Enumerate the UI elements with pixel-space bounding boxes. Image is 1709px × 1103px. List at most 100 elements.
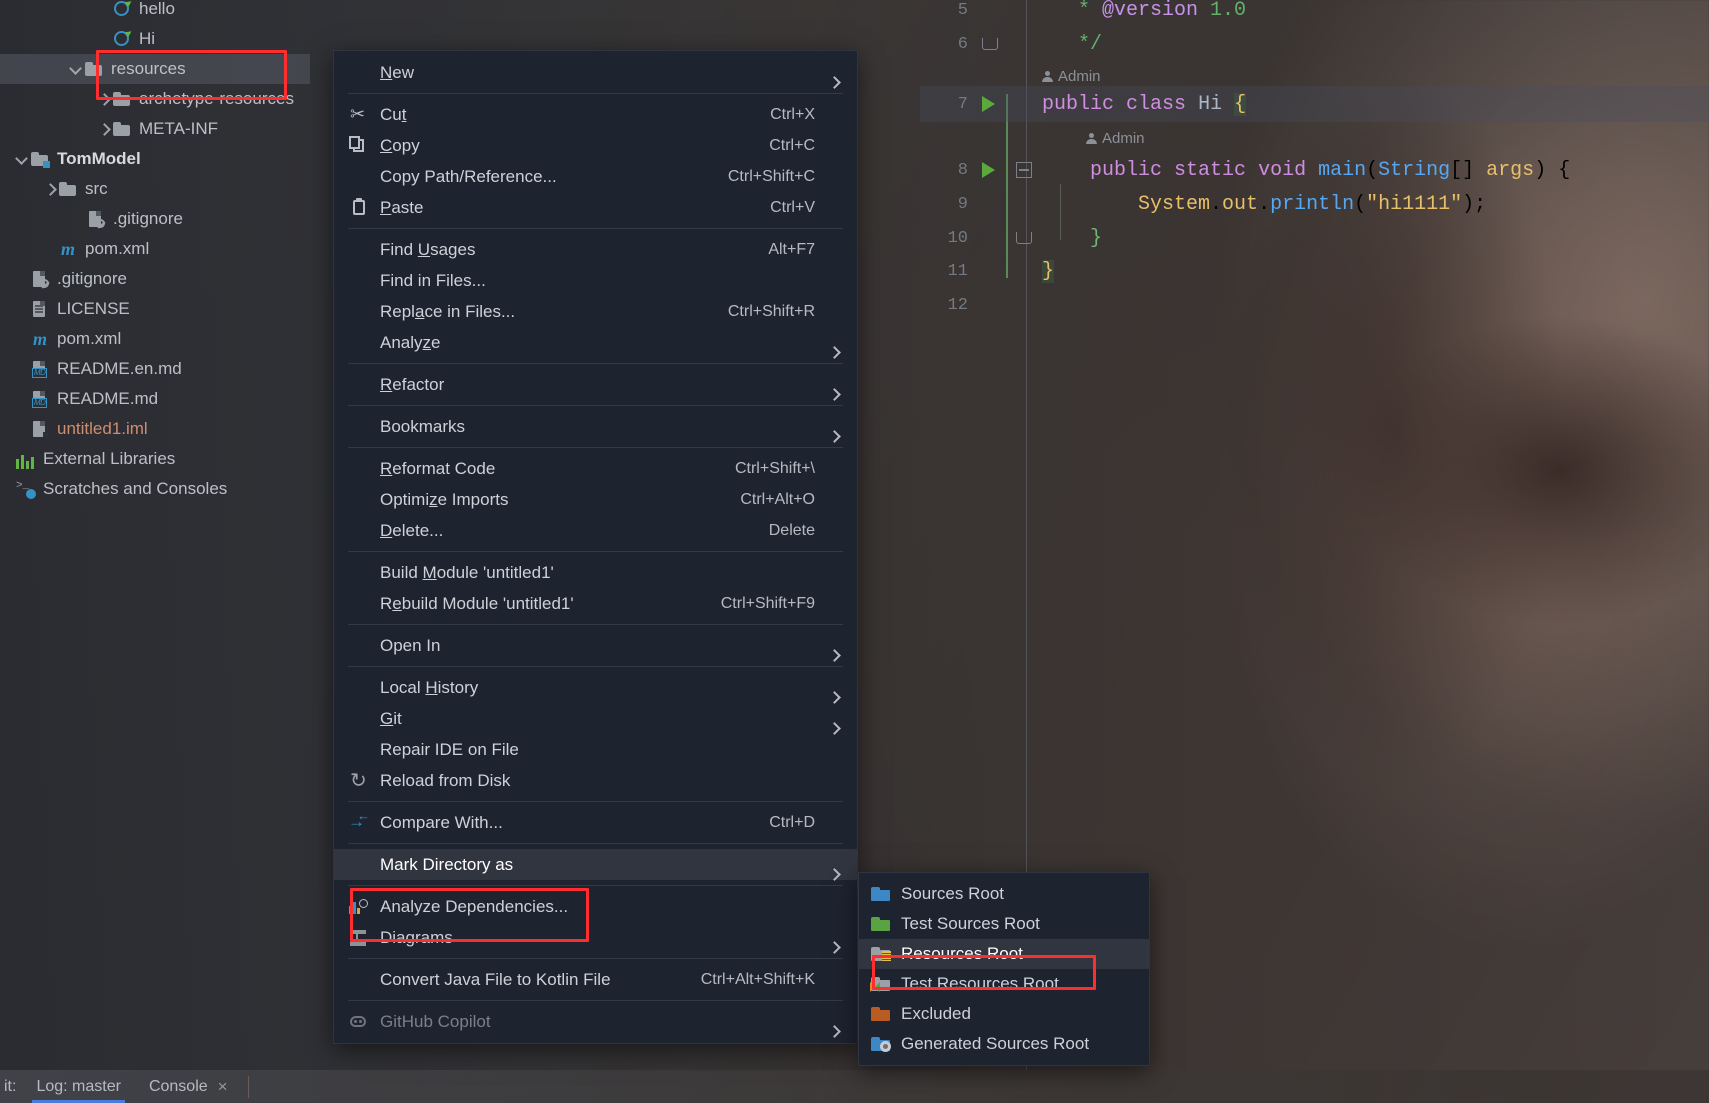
menu-separator (348, 405, 843, 406)
menu-item-git[interactable]: Git (334, 703, 857, 734)
submenu-item-resources-root[interactable]: Resources Root (859, 939, 1149, 969)
menu-item-reformat-code[interactable]: Reformat Code Ctrl+Shift+\ (334, 453, 857, 484)
tree-item-pom-xml[interactable]: m pom.xml (0, 234, 310, 264)
menu-item-build-module-untitled1[interactable]: Build Module 'untitled1' (334, 557, 857, 588)
tree-item-resources[interactable]: resources (0, 54, 310, 84)
menu-separator (348, 363, 843, 364)
line-number: 5 (957, 0, 968, 20)
tree-item-readme-en-md[interactable]: MD README.en.md (0, 354, 310, 384)
tree-item-src[interactable]: src (0, 174, 310, 204)
menu-item-bookmarks[interactable]: Bookmarks (334, 411, 857, 442)
vcs-author-hint: Admin (1042, 68, 1101, 85)
menu-item-label: Delete... (380, 520, 444, 540)
menu-item-analyze-dependencies[interactable]: Analyze Dependencies... (334, 891, 857, 922)
submenu-item-sources-root[interactable]: Sources Root (859, 879, 1149, 909)
submenu-item-generated-sources-root[interactable]: Generated Sources Root (859, 1029, 1149, 1059)
menu-item-shortcut: Ctrl+D (769, 813, 815, 831)
bottom-tab-label: Console (148, 1077, 208, 1095)
tree-item-meta-inf[interactable]: META-INF (0, 114, 310, 144)
tree-item-scratches-and-consoles[interactable]: Scratches and Consoles (0, 474, 310, 504)
tree-item-pom-xml[interactable]: m pom.xml (0, 324, 310, 354)
menu-icon-slot (348, 167, 374, 187)
close-icon[interactable]: × (218, 1077, 228, 1097)
menu-item-shortcut: Ctrl+Alt+Shift+K (700, 970, 815, 988)
menu-item-diagrams[interactable]: Diagrams (334, 922, 857, 953)
tree-item-hi[interactable]: Hi (0, 24, 310, 54)
chevron-right-icon[interactable] (96, 121, 112, 137)
line-number: 8 (957, 160, 968, 180)
menu-item-new[interactable]: New (334, 57, 857, 88)
tree-item-license[interactable]: LICENSE (0, 294, 310, 324)
bottom-tab-log-master[interactable]: Log: master (22, 1070, 134, 1103)
tree-item-hello[interactable]: hello (0, 0, 310, 24)
menu-item-label: New (380, 62, 415, 82)
menu-item-convert-java-file-to-kotlin-file[interactable]: Convert Java File to Kotlin File Ctrl+Alt… (334, 964, 857, 995)
menu-item-find-usages[interactable]: Find Usages Alt+F7 (334, 234, 857, 265)
folder-green-icon (871, 914, 895, 934)
submenu-item-test-sources-root[interactable]: Test Sources Root (859, 909, 1149, 939)
menu-item-delete[interactable]: Delete... Delete (334, 515, 857, 546)
chevron-down-icon[interactable] (14, 151, 30, 167)
tree-item-gitignore[interactable]: .gitignore (0, 264, 310, 294)
tree-item-gitignore[interactable]: .gitignore (0, 204, 310, 234)
menu-item-repair-ide-on-file[interactable]: Repair IDE on File (334, 734, 857, 765)
bottom-tab-console[interactable]: Console × (135, 1070, 242, 1103)
menu-item-compare-with[interactable]: Compare With... Ctrl+D (334, 807, 857, 838)
menu-item-find-in-files[interactable]: Find in Files... (334, 265, 857, 296)
tree-item-label: Scratches and Consoles (43, 479, 228, 498)
menu-item-open-in[interactable]: Open In (334, 630, 857, 661)
submenu-item-label: Generated Sources Root (901, 1034, 1090, 1053)
chevron-right-icon[interactable] (42, 181, 58, 197)
menu-item-shortcut: Ctrl+Shift+C (727, 167, 815, 185)
menu-item-optimize-imports[interactable]: Optimize Imports Ctrl+Alt+O (334, 484, 857, 515)
menu-item-copy[interactable]: Copy Ctrl+C (334, 130, 857, 161)
code-text: public class Hi { (1042, 92, 1247, 116)
mark-directory-as-submenu[interactable]: Sources Root Test Sources Root Resources R… (858, 872, 1150, 1066)
run-gutter-icon[interactable] (982, 162, 995, 178)
folder-orange-icon (871, 1004, 895, 1024)
fold-marker-icon[interactable] (1016, 232, 1032, 244)
tree-item-label: Hi (139, 29, 156, 48)
java-class-icon (112, 0, 132, 19)
tree-item-untitled1-iml[interactable]: untitled1.iml (0, 414, 310, 444)
menu-separator (348, 228, 843, 229)
chevron-down-icon[interactable] (68, 61, 84, 77)
menu-item-refactor[interactable]: Refactor (334, 369, 857, 400)
chevron-right-icon[interactable] (96, 91, 112, 107)
menu-item-github-copilot[interactable]: GitHub Copilot (334, 1006, 857, 1037)
tree-item-tommodel[interactable]: TomModel (0, 144, 310, 174)
menu-item-mark-directory-as[interactable]: Mark Directory as (334, 849, 857, 880)
bottom-tool-window-bar[interactable]: it: Log: master Console × (0, 1070, 1709, 1103)
tree-item-label: TomModel (57, 149, 141, 168)
project-tool-window[interactable]: hello Hi resources archetype-resources META-… (0, 0, 310, 1070)
fold-marker-icon[interactable] (1016, 162, 1032, 178)
menu-item-label: Reload from Disk (380, 770, 511, 790)
submenu-item-excluded[interactable]: Excluded (859, 999, 1149, 1029)
file-context-menu[interactable]: New Cut Ctrl+X Copy Ctrl+C Copy Path/Referenc… (333, 50, 858, 1044)
text-file-icon (30, 299, 50, 319)
code-text: } (1042, 226, 1103, 250)
run-gutter-icon[interactable] (982, 96, 995, 112)
tree-item-external-libraries[interactable]: External Libraries (0, 444, 310, 474)
menu-item-local-history[interactable]: Local History (334, 672, 857, 703)
menu-item-cut[interactable]: Cut Ctrl+X (334, 99, 857, 130)
submenu-item-test-resources-root[interactable]: Test Resources Root (859, 969, 1149, 999)
menu-item-reload-from-disk[interactable]: Reload from Disk (334, 765, 857, 796)
tree-item-archetype-resources[interactable]: archetype-resources (0, 84, 310, 114)
tree-item-label: src (85, 179, 108, 198)
menu-item-paste[interactable]: Paste Ctrl+V (334, 192, 857, 223)
menu-item-replace-in-files[interactable]: Replace in Files... Ctrl+Shift+R (334, 296, 857, 327)
gitignore-file-icon (30, 269, 50, 289)
menu-item-rebuild-module-untitled1[interactable]: Rebuild Module 'untitled1' Ctrl+Shift+F9 (334, 588, 857, 619)
editor-line: 11 } (920, 253, 1709, 289)
tree-item-readme-md[interactable]: MD README.md (0, 384, 310, 414)
fold-marker-icon[interactable] (982, 38, 998, 50)
tree-item-label: hello (139, 0, 175, 18)
menu-item-label: Repair IDE on File (380, 739, 519, 759)
menu-item-analyze[interactable]: Analyze (334, 327, 857, 358)
folder-generated-icon (871, 1034, 895, 1054)
line-number: 6 (957, 34, 968, 54)
menu-item-copy-path-reference[interactable]: Copy Path/Reference... Ctrl+Shift+C (334, 161, 857, 192)
